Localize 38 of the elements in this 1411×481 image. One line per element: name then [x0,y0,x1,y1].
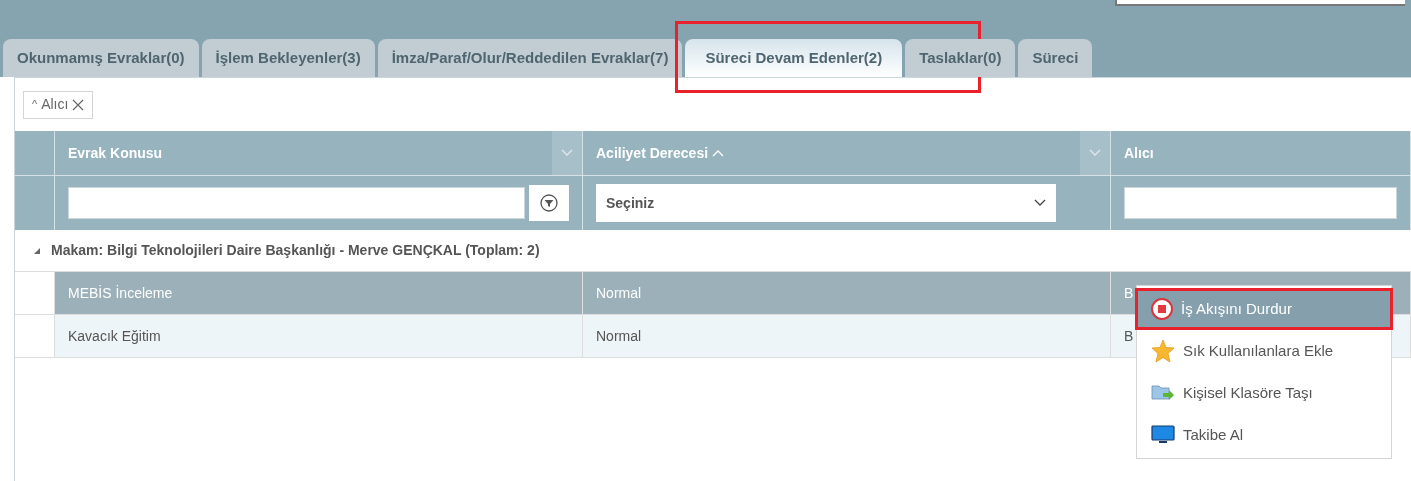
menu-item[interactable]: Kişisel Klasöre Taşı [1137,372,1391,414]
table-cell-text: Normal [596,326,642,346]
star-icon [1151,339,1175,363]
tab[interactable]: Taslaklar(0) [905,39,1016,77]
sort-arrow: ^ [32,97,38,113]
group-chip[interactable]: ^ Alıcı [23,90,94,119]
table-cell-text: Normal [596,283,642,303]
column-title: Evrak Konusu [67,143,163,163]
monitor-icon [1151,425,1175,445]
filter-field[interactable] [1124,187,1397,219]
menu-item[interactable]: Takibe Al [1137,414,1391,456]
tab[interactable]: Süreci Devam Edenler(2) [685,39,903,77]
column-menu-button[interactable] [552,131,582,175]
table-cell-text: MEBİS İnceleme [68,283,173,303]
chevron-down-icon [1089,149,1101,157]
sort-up-icon [712,149,725,157]
table-cell-text: Kavacık Eğitim [68,326,161,346]
tab[interactable]: Okunmamış Evraklar(0) [3,39,199,77]
tab[interactable]: İşlem Bekleyenler(3) [201,39,375,77]
chevron-down-icon [1034,199,1046,207]
column-title: Alıcı [1123,143,1154,163]
search-box[interactable] [1115,0,1405,6]
group-title: Makam: Bilgi Teknolojileri Daire Başkanlığı - Merve GENÇKAL (Toplam: 2) [51,241,540,260]
filter-icon [540,194,558,212]
chevron-down-icon [561,149,573,157]
folder-arrow-icon [1151,383,1175,403]
close-icon[interactable] [72,98,85,111]
chip-label: Alıcı [41,95,69,114]
filter-field[interactable] [68,187,525,219]
column-menu-button[interactable] [1080,131,1110,175]
table-cell-text: B [1124,283,1134,303]
tab[interactable]: Süreci [1018,39,1093,77]
table-cell-text: B [1124,326,1134,346]
tab[interactable]: İmza/Paraf/Olur/Reddedilen Evraklar(7) [377,39,683,77]
column-title: Aciliyet Derecesi [595,143,709,163]
stop-icon [1151,298,1173,320]
filter-button[interactable] [529,185,569,221]
select-field[interactable]: Seçiniz [596,184,1056,222]
